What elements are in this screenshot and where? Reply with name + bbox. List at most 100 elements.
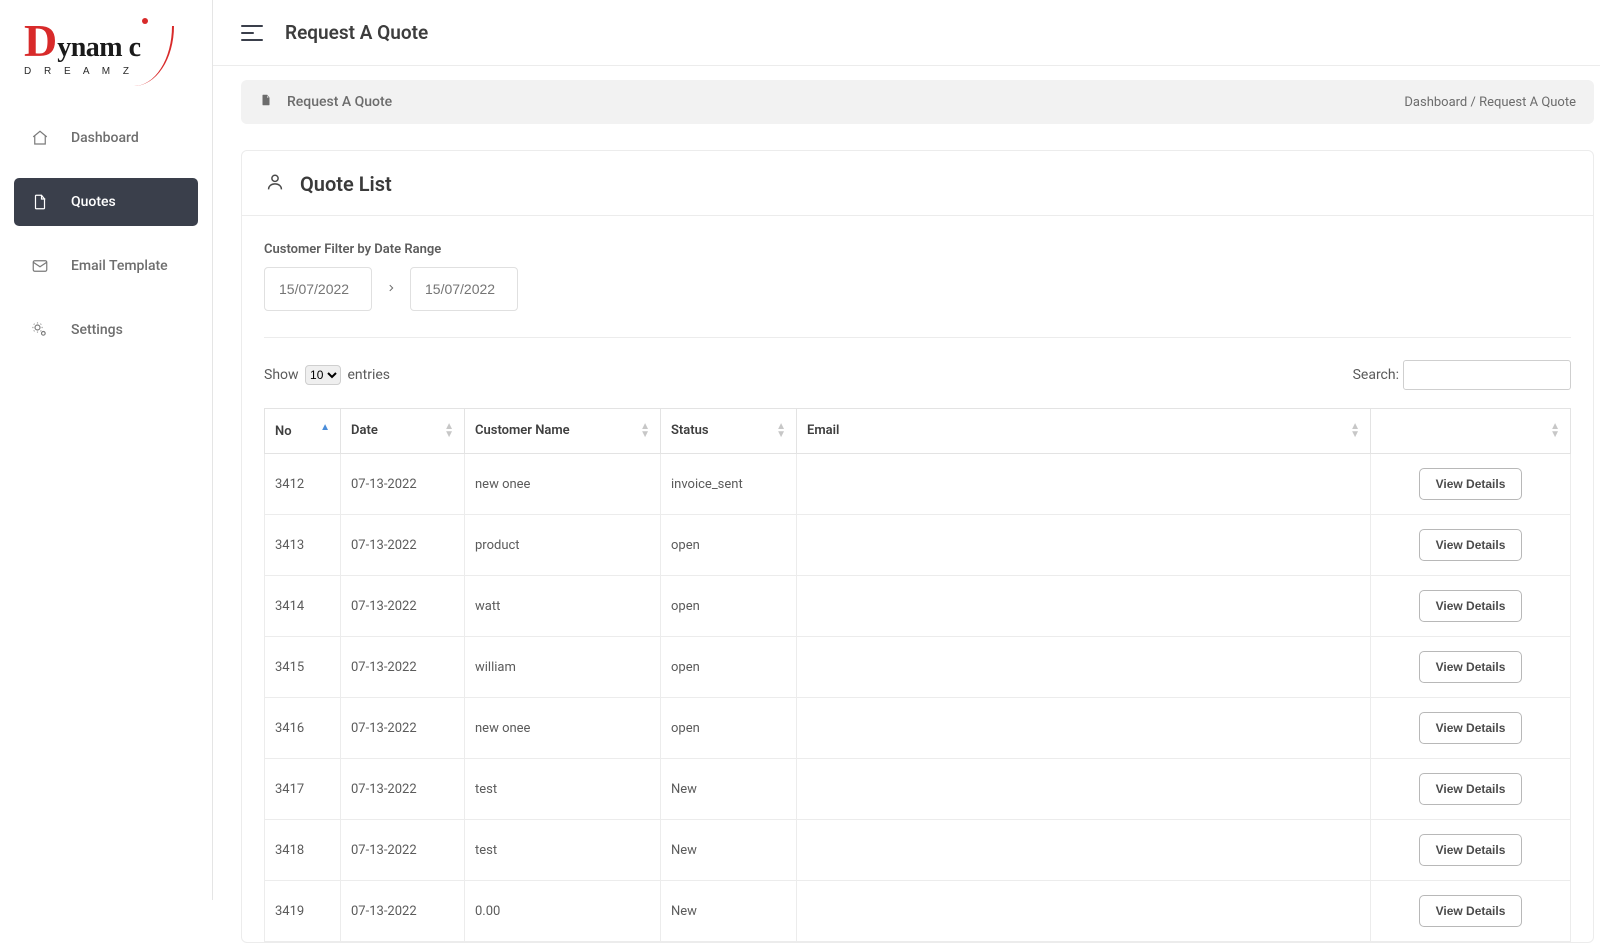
page-title: Request A Quote	[285, 21, 428, 44]
cell-status: open	[661, 515, 797, 576]
cell-actions: View Details	[1371, 698, 1571, 759]
view-details-button[interactable]: View Details	[1419, 773, 1523, 805]
view-details-button[interactable]: View Details	[1419, 834, 1523, 866]
table-row: 341907-13-20220.00NewView Details	[265, 881, 1571, 942]
table-row: 341607-13-2022new oneeopen View Details	[265, 698, 1571, 759]
sort-icon: ▲▼	[1550, 423, 1560, 439]
cell-actions: View Details	[1371, 759, 1571, 820]
breadcrumb-path[interactable]: Dashboard / Request A Quote	[1404, 95, 1576, 110]
date-from-input[interactable]	[264, 267, 372, 311]
cell-customer: product	[465, 515, 661, 576]
cell-no: 3416	[265, 698, 341, 759]
view-details-button[interactable]: View Details	[1419, 529, 1523, 561]
view-details-button[interactable]: View Details	[1419, 468, 1523, 500]
cell-date: 07-13-2022	[341, 820, 465, 881]
sidebar-item-label: Email Template	[71, 258, 168, 274]
column-header-customer[interactable]: Customer Name ▲▼	[465, 409, 661, 454]
column-header-actions: ▲▼	[1371, 409, 1571, 454]
cell-customer: new onee	[465, 454, 661, 515]
view-details-button[interactable]: View Details	[1419, 712, 1523, 744]
panel-title: Quote List	[300, 172, 392, 196]
column-header-email[interactable]: Email ▲▼	[797, 409, 1371, 454]
cell-customer: test	[465, 759, 661, 820]
sidebar: Dynam c D R E A M Z Dashboard Quotes Ema…	[0, 0, 213, 900]
cell-date: 07-13-2022	[341, 454, 465, 515]
document-icon	[30, 192, 50, 212]
cell-status: New	[661, 759, 797, 820]
view-details-button[interactable]: View Details	[1419, 651, 1523, 683]
cell-no: 3412	[265, 454, 341, 515]
date-to-input[interactable]	[410, 267, 518, 311]
sidebar-item-email-template[interactable]: Email Template	[14, 242, 198, 290]
show-entries-label-post: entries	[348, 367, 391, 383]
search-label: Search:	[1353, 367, 1399, 383]
breadcrumb: Request A Quote Dashboard / Request A Qu…	[241, 80, 1594, 124]
cell-no: 3415	[265, 637, 341, 698]
cell-status: New	[661, 820, 797, 881]
cell-no: 3417	[265, 759, 341, 820]
brand-logo: Dynam c D R E A M Z	[0, 0, 212, 104]
cell-status: New	[661, 881, 797, 942]
envelope-icon	[30, 256, 50, 276]
cell-actions: View Details	[1371, 576, 1571, 637]
sort-icon: ▲▼	[1350, 423, 1360, 439]
cell-customer: new onee	[465, 698, 661, 759]
person-icon	[264, 171, 286, 197]
quote-list-panel: Quote List Customer Filter by Date Range…	[241, 150, 1594, 943]
cell-date: 07-13-2022	[341, 698, 465, 759]
sidebar-item-label: Settings	[71, 322, 123, 338]
cell-email	[797, 454, 1371, 515]
search-input[interactable]	[1403, 360, 1571, 390]
cell-status: invoice_sent	[661, 454, 797, 515]
cell-actions: View Details	[1371, 637, 1571, 698]
cell-email	[797, 515, 1371, 576]
cell-email	[797, 820, 1371, 881]
main-area: Request A Quote Request A Quote Dashboar…	[213, 0, 1600, 900]
table-row: 341207-13-2022new oneeinvoice_sent View D…	[265, 454, 1571, 515]
table-row: 341407-13-2022wattopenView Details	[265, 576, 1571, 637]
cell-email	[797, 759, 1371, 820]
table-row: 341807-13-2022testNewView Details	[265, 820, 1571, 881]
cell-status: open	[661, 576, 797, 637]
gear-icon	[30, 320, 50, 340]
sidebar-item-dashboard[interactable]: Dashboard	[14, 114, 198, 162]
cell-status: open	[661, 637, 797, 698]
cell-actions: View Details	[1371, 454, 1571, 515]
cell-actions: View Details	[1371, 820, 1571, 881]
cell-email	[797, 576, 1371, 637]
table-row: 341707-13-2022testNew View Details	[265, 759, 1571, 820]
sidebar-item-label: Dashboard	[71, 130, 139, 146]
table-row: 341507-13-2022williamopenView Details	[265, 637, 1571, 698]
column-header-no[interactable]: No ▲	[265, 409, 341, 454]
show-entries-label-pre: Show	[264, 367, 299, 383]
cell-customer: 0.00	[465, 881, 661, 942]
column-header-date[interactable]: Date ▲▼	[341, 409, 465, 454]
cell-email	[797, 637, 1371, 698]
quote-table: No ▲ Date ▲▼ Customer Name ▲▼	[264, 408, 1571, 942]
sidebar-item-quotes[interactable]: Quotes	[14, 178, 198, 226]
topbar: Request A Quote	[213, 0, 1600, 66]
cell-actions: View Details	[1371, 515, 1571, 576]
breadcrumb-current: Request A Quote	[287, 94, 392, 110]
column-header-status[interactable]: Status ▲▼	[661, 409, 797, 454]
sidebar-nav: Dashboard Quotes Email Template Settings	[0, 104, 212, 380]
entries-select[interactable]: 10	[305, 365, 341, 385]
cell-customer: william	[465, 637, 661, 698]
view-details-button[interactable]: View Details	[1419, 590, 1523, 622]
cell-date: 07-13-2022	[341, 881, 465, 942]
sidebar-item-settings[interactable]: Settings	[14, 306, 198, 354]
menu-toggle-icon[interactable]	[241, 25, 263, 41]
cell-email	[797, 698, 1371, 759]
sort-icon: ▲▼	[776, 423, 786, 439]
sort-icon: ▲▼	[640, 423, 650, 439]
home-icon	[30, 128, 50, 148]
cell-no: 3418	[265, 820, 341, 881]
cell-customer: watt	[465, 576, 661, 637]
sidebar-item-label: Quotes	[71, 194, 116, 210]
sort-icon: ▲▼	[444, 423, 454, 439]
cell-actions: View Details	[1371, 881, 1571, 942]
cell-no: 3414	[265, 576, 341, 637]
cell-status: open	[661, 698, 797, 759]
cell-date: 07-13-2022	[341, 759, 465, 820]
filter-label: Customer Filter by Date Range	[264, 242, 1571, 257]
